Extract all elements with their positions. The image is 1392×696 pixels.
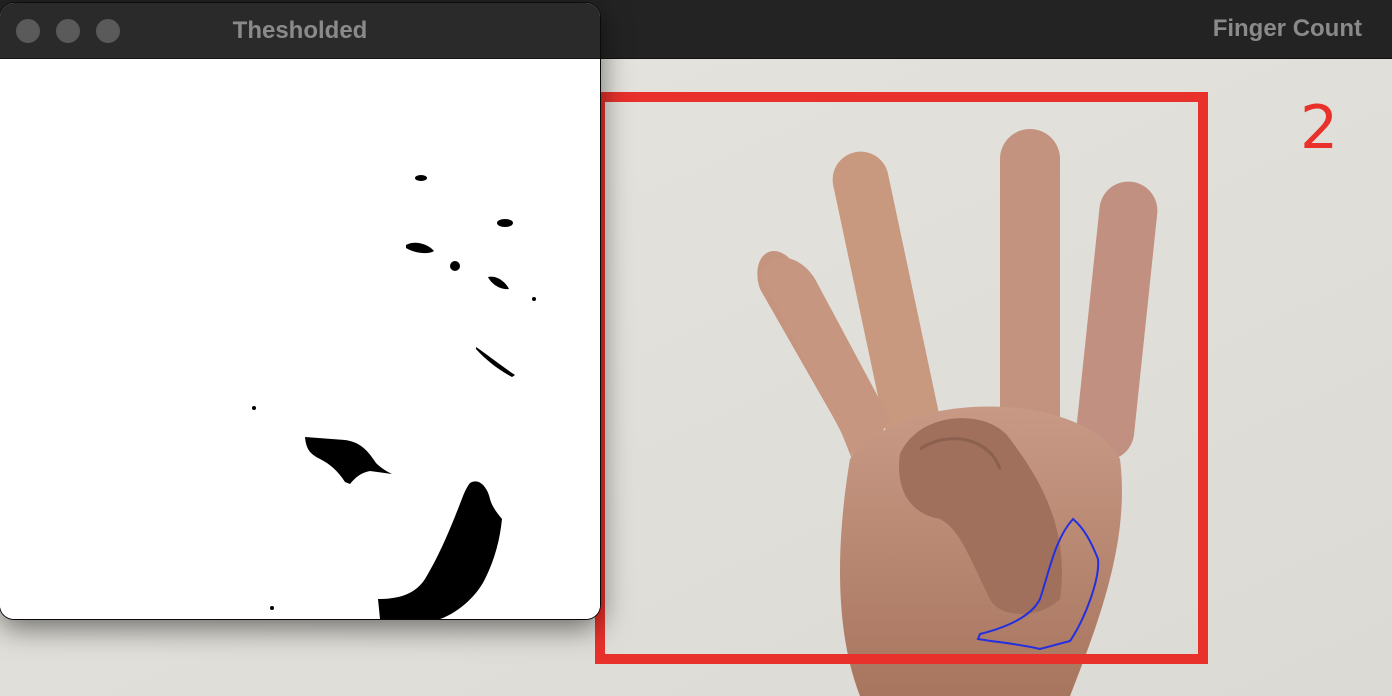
blob [270,606,274,610]
finger-count-label: 2 [1300,93,1339,163]
thresholded-titlebar[interactable]: Thesholded [0,3,600,59]
blob [252,406,256,410]
blob [532,297,536,301]
threshold-image [0,59,600,619]
window-title: Finger Count [1212,15,1362,42]
blob [415,175,427,181]
thresholded-window: Thesholded [0,3,600,619]
blob [497,219,513,227]
window-title: Thesholded [232,17,368,44]
blob [450,261,460,271]
